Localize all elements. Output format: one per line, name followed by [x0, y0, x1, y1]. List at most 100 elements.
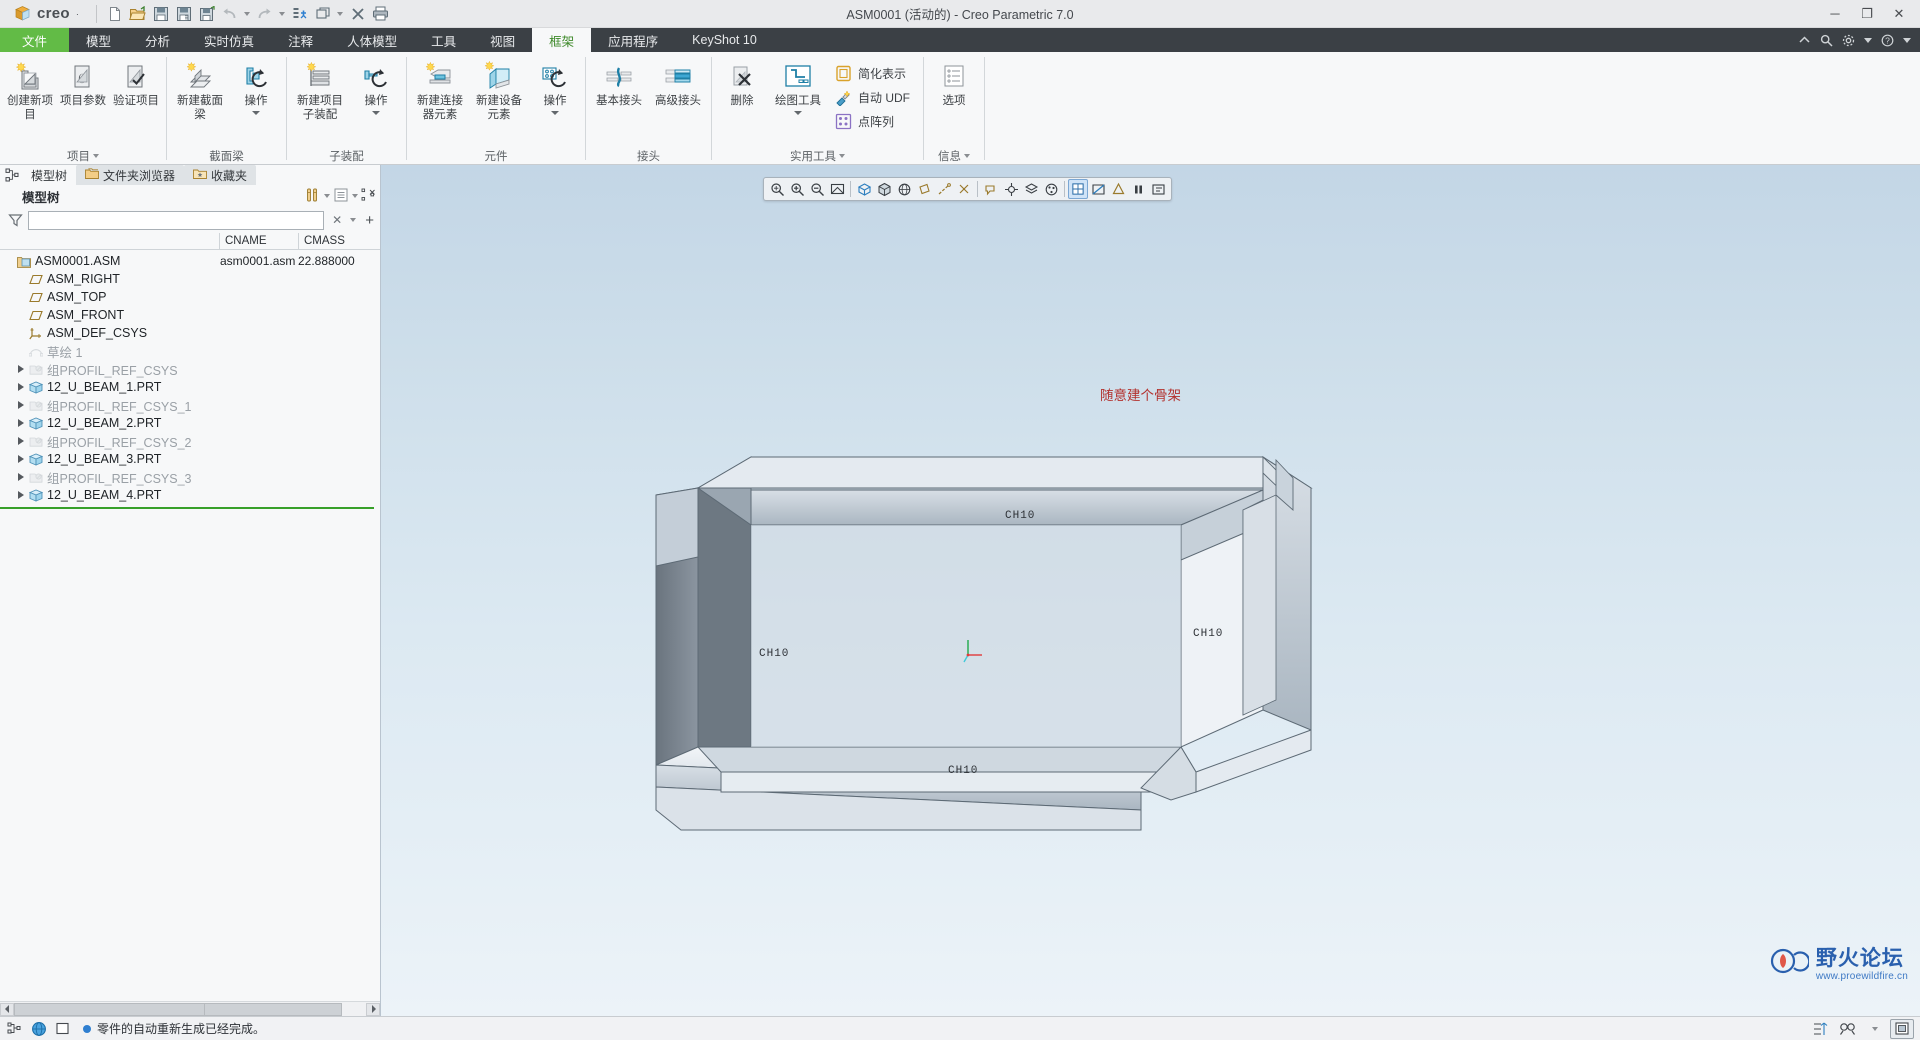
minimize-button[interactable]: ─	[1820, 1, 1850, 27]
filter-funnel-icon[interactable]	[8, 213, 23, 228]
annotation-display-icon[interactable]	[981, 179, 1001, 199]
perspective-view-icon[interactable]	[894, 179, 914, 199]
tab-file[interactable]: 文件	[0, 28, 70, 52]
selection-box-icon[interactable]	[54, 1020, 72, 1037]
create-new-project-button[interactable]: 创建新项目	[4, 57, 56, 122]
delete-button[interactable]: 删除	[716, 57, 768, 109]
model-tree-display-icon[interactable]	[333, 187, 349, 206]
redo-dropdown-caret[interactable]	[277, 3, 288, 25]
model-tree-horizontal-scrollbar[interactable]	[0, 1001, 380, 1016]
help-icon[interactable]: ?	[1881, 34, 1894, 47]
project-params-button[interactable]: () 项目参数	[57, 57, 109, 109]
datum-display-axes-icon[interactable]	[934, 179, 954, 199]
print-button[interactable]	[370, 3, 392, 25]
table-row[interactable]: 12_U_BEAM_3.PRT	[0, 450, 380, 468]
scroll-track-right[interactable]	[204, 1002, 366, 1016]
open-file-button[interactable]	[127, 3, 149, 25]
window-dropdown-caret[interactable]	[335, 3, 346, 25]
options-button[interactable]: 选项	[928, 57, 980, 109]
expand-collapse-triangle-icon[interactable]	[14, 365, 27, 373]
table-row[interactable]: 组PROFIL_REF_CSYS_2	[0, 432, 380, 450]
nav-tab-favorites[interactable]: 收藏夹	[184, 165, 257, 185]
tab-tools[interactable]: 工具	[414, 28, 473, 52]
expand-collapse-triangle-icon[interactable]	[14, 473, 27, 481]
tab-annotate[interactable]: 注释	[271, 28, 330, 52]
tab-view[interactable]: 视图	[473, 28, 532, 52]
view-manager-icon[interactable]	[1068, 179, 1088, 199]
table-row[interactable]: 组PROFIL_REF_CSYS	[0, 360, 380, 378]
auto-udf-button[interactable]: 自动 UDF	[833, 87, 915, 108]
tab-manikin[interactable]: 人体模型	[330, 28, 414, 52]
ribbon-group-utilities-label[interactable]: 实用工具	[712, 147, 923, 164]
datum-display-points-icon[interactable]	[954, 179, 974, 199]
tree-node[interactable]: 12_U_BEAM_1.PRT	[0, 378, 219, 396]
search-icon[interactable]	[1836, 1019, 1860, 1039]
new-project-subassembly-button[interactable]: 新建项目子装配	[291, 57, 349, 122]
graphics-viewport[interactable]: 随意建个骨架 CH10 CH10 CH10 CH10 野火论坛 www.proe…	[381, 165, 1920, 1016]
tree-node[interactable]: ASM_DEF_CSYS	[0, 324, 219, 342]
filter-add-icon[interactable]: +	[361, 212, 374, 229]
save-copy-button[interactable]	[196, 3, 218, 25]
collapse-ribbon-icon[interactable]	[1798, 35, 1811, 45]
column-header-cname[interactable]: CNAME	[219, 233, 298, 249]
saved-orientations-icon[interactable]	[854, 179, 874, 199]
model-tree-filter-input[interactable]	[28, 210, 325, 230]
model-tree-settings-caret-icon[interactable]	[324, 194, 330, 198]
drawing-tools-caret-icon[interactable]	[794, 110, 802, 115]
window-button[interactable]	[312, 3, 334, 25]
save-button[interactable]	[150, 3, 172, 25]
scroll-right-arrow-2-icon[interactable]	[366, 1002, 380, 1016]
save-as-button[interactable]	[173, 3, 195, 25]
tab-keyshot[interactable]: KeyShot 10	[675, 28, 774, 52]
notification-icon[interactable]	[1890, 1018, 1914, 1039]
tree-node[interactable]: ASM_TOP	[0, 288, 219, 306]
table-row[interactable]: ASM_DEF_CSYS	[0, 324, 380, 342]
close-button[interactable]: ✕	[1884, 1, 1914, 27]
tree-node[interactable]: 组PROFIL_REF_CSYS_1	[0, 396, 219, 414]
table-row[interactable]: 草绘 1	[0, 342, 380, 360]
search-dropdown-caret-icon[interactable]	[1863, 1019, 1887, 1039]
table-row[interactable]: 12_U_BEAM_2.PRT	[0, 414, 380, 432]
point-array-button[interactable]: 点阵列	[833, 111, 915, 132]
table-row[interactable]: ASM_TOP	[0, 288, 380, 306]
maximize-button[interactable]: ❐	[1852, 1, 1882, 27]
expand-collapse-triangle-icon[interactable]	[14, 401, 27, 409]
expand-collapse-triangle-icon[interactable]	[14, 419, 27, 427]
ribbon-group-info-label[interactable]: 信息	[924, 147, 984, 164]
expand-collapse-triangle-icon[interactable]	[14, 455, 27, 463]
verify-project-button[interactable]: 验证项目	[110, 57, 162, 109]
tab-model[interactable]: 模型	[69, 28, 128, 52]
nav-tab-model-tree[interactable]: 模型树	[22, 165, 77, 185]
selection-filter-icon[interactable]	[6, 1020, 24, 1037]
table-row[interactable]: ASM0001.ASM asm0001.asm 22.888000	[0, 252, 380, 270]
table-row[interactable]: ASM_RIGHT	[0, 270, 380, 288]
scroll-track-left[interactable]	[14, 1002, 222, 1016]
section-view-icon[interactable]	[1088, 179, 1108, 199]
table-row[interactable]: 12_U_BEAM_1.PRT	[0, 378, 380, 396]
filter-dropdown-caret-icon[interactable]	[350, 218, 357, 222]
beam-operations-button[interactable]: 操作	[230, 57, 282, 115]
new-connector-element-button[interactable]: 新建连接器元素	[411, 57, 469, 122]
model-tree-display-caret-icon[interactable]	[352, 194, 358, 198]
expand-collapse-triangle-icon[interactable]	[14, 383, 27, 391]
model-tree-settings-icon[interactable]	[305, 187, 321, 206]
repaint-icon[interactable]	[827, 179, 847, 199]
table-row[interactable]: ASM_FRONT	[0, 306, 380, 324]
frame-assembly-3d-model[interactable]: CH10 CH10 CH10 CH10	[381, 310, 1920, 1010]
table-row[interactable]: 组PROFIL_REF_CSYS_1	[0, 396, 380, 414]
table-row[interactable]: 12_U_BEAM_4.PRT	[0, 486, 380, 504]
table-row[interactable]: 组PROFIL_REF_CSYS_3	[0, 468, 380, 486]
settings-dropdown-caret[interactable]	[1864, 37, 1872, 43]
new-equipment-element-button[interactable]: 新建设备元素	[470, 57, 528, 122]
settings-gear-icon[interactable]	[1842, 34, 1855, 47]
layer-display-icon[interactable]	[1021, 179, 1041, 199]
navigator-pin-icon[interactable]	[2, 165, 22, 185]
column-header-name[interactable]	[0, 233, 219, 249]
tab-applications[interactable]: 应用程序	[591, 28, 675, 52]
zoom-out-icon[interactable]	[807, 179, 827, 199]
tree-node[interactable]: 组PROFIL_REF_CSYS_2	[0, 432, 219, 450]
model-tree-collapse-icon[interactable]	[361, 188, 376, 205]
zoom-in-icon[interactable]	[787, 179, 807, 199]
advanced-joint-button[interactable]: 高级接头	[649, 57, 707, 109]
pause-playback-icon[interactable]	[1128, 179, 1148, 199]
